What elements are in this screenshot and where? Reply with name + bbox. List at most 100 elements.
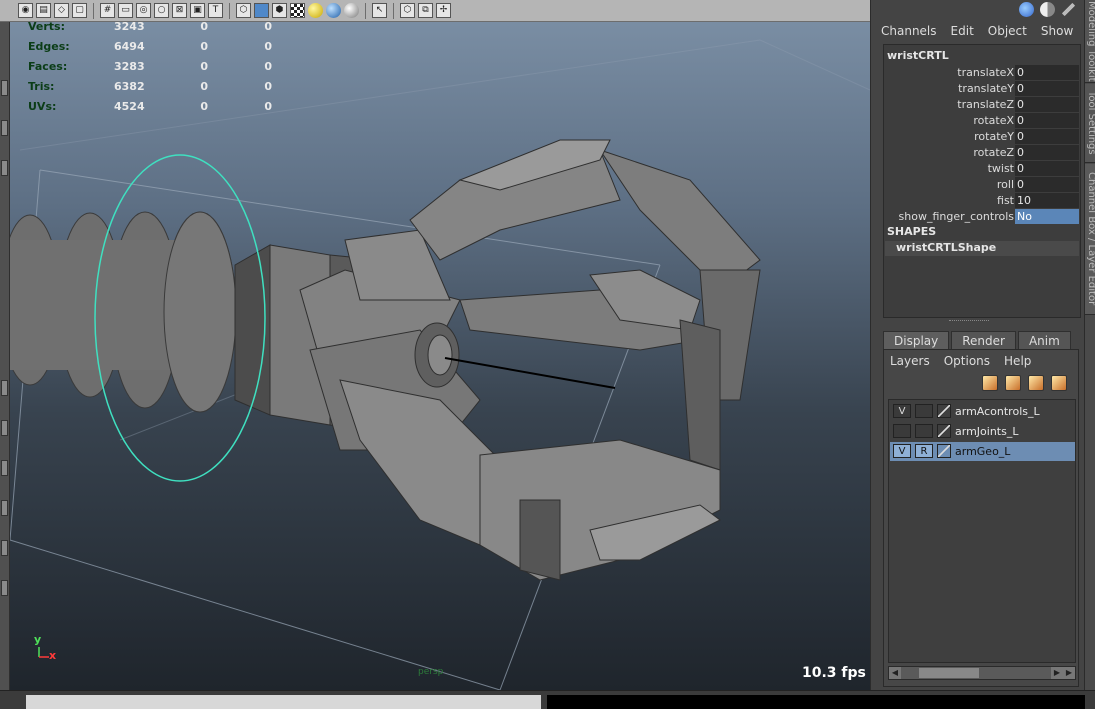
camera-attr-icon[interactable]: ▤ xyxy=(36,3,51,18)
gate-mask-icon[interactable]: ○ xyxy=(154,3,169,18)
shadows-icon[interactable] xyxy=(326,3,341,18)
wireframe-on-shaded-icon[interactable]: ⬢ xyxy=(272,3,287,18)
visibility-toggle[interactable] xyxy=(893,424,911,438)
textured-icon[interactable] xyxy=(290,3,305,18)
layer-row[interactable]: armJoints_L xyxy=(890,422,1075,441)
layer-name[interactable]: armJoints_L xyxy=(955,425,1018,438)
tab-render[interactable]: Render xyxy=(951,331,1016,350)
attr-value-field[interactable]: 0 xyxy=(1015,65,1079,80)
panel-splitter[interactable] xyxy=(949,320,989,325)
tool-button[interactable] xyxy=(1,420,8,436)
tool-button[interactable] xyxy=(1,580,8,596)
camera-icon[interactable]: ◉ xyxy=(18,3,33,18)
xray-joints-icon[interactable]: ⧉ xyxy=(418,3,433,18)
grid-icon[interactable]: # xyxy=(100,3,115,18)
tool-button[interactable] xyxy=(1,80,8,96)
3d-viewport[interactable]: ◉ ▤ ◇ ▢ # ▭ ◎ ○ ⊠ ▣ T ⬡ ⬢ ↖ ⬡ ⧉ ✢ Verts:… xyxy=(0,0,870,690)
film-gate-icon[interactable]: ▭ xyxy=(118,3,133,18)
attr-value-field[interactable]: 0 xyxy=(1015,129,1079,144)
hardware-icon[interactable]: ✢ xyxy=(436,3,451,18)
attr-row[interactable]: fist 10 xyxy=(884,193,1080,208)
attr-row[interactable]: translateY 0 xyxy=(884,81,1080,96)
move-layer-down-icon[interactable] xyxy=(1005,375,1021,391)
display-mode-icon[interactable] xyxy=(1040,2,1055,17)
layer-row[interactable]: V armAcontrols_L xyxy=(890,402,1075,421)
visibility-toggle[interactable]: V xyxy=(893,444,911,458)
attr-row[interactable]: show_finger_controls No xyxy=(884,209,1080,224)
layer-row[interactable]: V R armGeo_L xyxy=(890,442,1075,461)
command-line-input[interactable] xyxy=(26,695,541,709)
tab-modeling-toolkit[interactable]: Modeling Toolkit xyxy=(1085,0,1095,83)
tool-button[interactable] xyxy=(1,120,8,136)
image-plane-icon[interactable]: ▢ xyxy=(72,3,87,18)
attr-row[interactable]: rotateY 0 xyxy=(884,129,1080,144)
menu-help[interactable]: Help xyxy=(1004,354,1031,368)
attr-value-field[interactable]: No xyxy=(1015,209,1079,224)
tab-tool-settings[interactable]: Tool Settings xyxy=(1085,84,1095,163)
tool-button[interactable] xyxy=(1,460,8,476)
bookmark-icon[interactable]: ◇ xyxy=(54,3,69,18)
visibility-toggle[interactable]: V xyxy=(893,404,911,418)
xray-icon[interactable]: ⬡ xyxy=(400,3,415,18)
layer-color-swatch[interactable] xyxy=(937,424,951,438)
attr-row[interactable]: rotateX 0 xyxy=(884,113,1080,128)
new-layer-from-selection-icon[interactable] xyxy=(1051,375,1067,391)
tool-button[interactable] xyxy=(1,160,8,176)
layer-color-swatch[interactable] xyxy=(937,444,951,458)
menu-channels[interactable]: Channels xyxy=(881,24,937,38)
attr-value-field[interactable]: 10 xyxy=(1015,193,1079,208)
attr-value-field[interactable]: 0 xyxy=(1015,81,1079,96)
node-name[interactable]: wristCRTL xyxy=(887,49,949,62)
render-toggle[interactable] xyxy=(915,404,933,418)
isolate-icon[interactable] xyxy=(344,3,359,18)
wireframe-icon[interactable]: ⬡ xyxy=(236,3,251,18)
smooth-shade-icon[interactable] xyxy=(254,3,269,18)
tool-button[interactable] xyxy=(1,540,8,556)
menu-layers[interactable]: Layers xyxy=(890,354,930,368)
menu-object[interactable]: Object xyxy=(988,24,1027,38)
layer-color-swatch[interactable] xyxy=(937,404,951,418)
menu-options[interactable]: Options xyxy=(944,354,990,368)
pin-icon[interactable] xyxy=(1061,2,1076,17)
layer-name[interactable]: armGeo_L xyxy=(955,445,1010,458)
horizontal-scrollbar[interactable]: ◀ ▶ ▶ xyxy=(888,666,1076,680)
move-layer-up-icon[interactable] xyxy=(982,375,998,391)
tool-button[interactable] xyxy=(1,380,8,396)
safe-action-icon[interactable]: ▣ xyxy=(190,3,205,18)
attr-label: translateZ xyxy=(957,98,1014,111)
attr-row[interactable]: roll 0 xyxy=(884,177,1080,192)
attr-value-field[interactable]: 0 xyxy=(1015,145,1079,160)
scroll-right-end-icon[interactable]: ▶ xyxy=(1063,667,1075,679)
scroll-right-icon[interactable]: ▶ xyxy=(1051,667,1063,679)
safe-title-icon[interactable]: T xyxy=(208,3,223,18)
attr-row[interactable]: translateX 0 xyxy=(884,65,1080,80)
menu-edit[interactable]: Edit xyxy=(951,24,974,38)
shape-node-item[interactable]: wristCRTLShape xyxy=(885,241,1079,256)
use-lights-icon[interactable] xyxy=(308,3,323,18)
attr-row[interactable]: translateZ 0 xyxy=(884,97,1080,112)
attr-value-field[interactable]: 0 xyxy=(1015,97,1079,112)
layer-name[interactable]: armAcontrols_L xyxy=(955,405,1040,418)
attr-value-field[interactable]: 0 xyxy=(1015,177,1079,192)
select-camera-icon[interactable]: ↖ xyxy=(372,3,387,18)
scroll-thumb[interactable] xyxy=(919,668,979,678)
resolution-gate-icon[interactable]: ◎ xyxy=(136,3,151,18)
attr-value-field[interactable]: 0 xyxy=(1015,113,1079,128)
tab-anim[interactable]: Anim xyxy=(1017,331,1071,350)
attr-row[interactable]: rotateZ 0 xyxy=(884,145,1080,160)
hud-label: Tris: xyxy=(28,80,55,93)
attr-value-field[interactable]: 0 xyxy=(1015,161,1079,176)
attr-row[interactable]: twist 0 xyxy=(884,161,1080,176)
tab-display[interactable]: Display xyxy=(883,331,950,350)
field-chart-icon[interactable]: ⊠ xyxy=(172,3,187,18)
new-layer-icon[interactable] xyxy=(1028,375,1044,391)
scroll-left-icon[interactable]: ◀ xyxy=(889,667,901,679)
tab-channel-box-layer-editor[interactable]: Channel Box / Layer Editor xyxy=(1085,164,1095,315)
channel-box-menu: Channels Edit Object Show xyxy=(881,24,1073,38)
hud-label: UVs: xyxy=(28,100,57,113)
menu-show[interactable]: Show xyxy=(1041,24,1073,38)
render-toggle[interactable] xyxy=(915,424,933,438)
axis-toggle-icon[interactable] xyxy=(1019,2,1034,17)
render-toggle[interactable]: R xyxy=(915,444,933,458)
tool-button[interactable] xyxy=(1,500,8,516)
